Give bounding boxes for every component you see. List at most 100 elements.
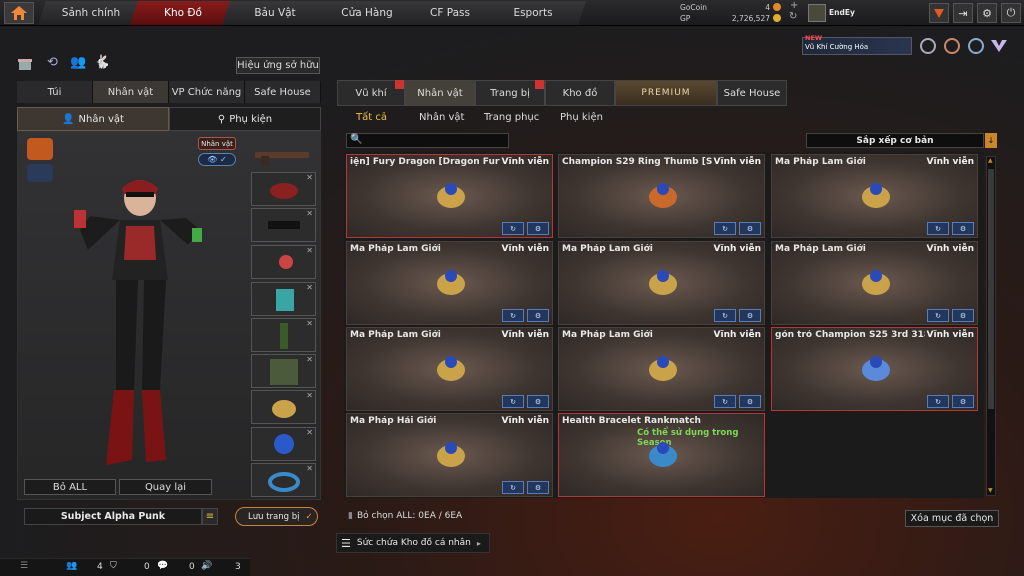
scrollbar[interactable]: ▲ ▼ (986, 156, 996, 496)
tab-safe-house-right[interactable]: Safe House (717, 80, 787, 106)
filter-all[interactable]: Tất cả (356, 108, 387, 126)
back-button[interactable]: Quay lại (119, 479, 212, 495)
tab-bag[interactable]: Túi (17, 81, 93, 103)
slot-backpack[interactable]: ✕ (251, 282, 316, 316)
item-card[interactable]: iện] Fury Dragon [Dragon Fury] Vĩnh viễn ↻… (346, 154, 553, 238)
save-loadout-button[interactable]: Lưu trang bị ✓ (235, 507, 318, 526)
repair-button[interactable]: ↻ (714, 222, 736, 235)
clan-icon[interactable] (990, 38, 1008, 54)
slot-bracelet[interactable]: ✕ (251, 463, 316, 497)
volume-icon[interactable]: 🔊 (201, 561, 212, 571)
storage-capacity[interactable]: ☰ Sức chứa Kho đồ cá nhân ▸ (336, 533, 490, 553)
repair-button[interactable]: ↻ (927, 222, 949, 235)
item-card[interactable]: gón trỏ Champion S25 3rd 31899Vĩnh viễn ↻… (771, 327, 978, 411)
settings-icon[interactable]: ⚙ (527, 481, 549, 494)
remove-icon[interactable]: ✕ (306, 246, 313, 255)
tab-cfpass[interactable]: CF Pass (406, 1, 494, 25)
tab-character-right[interactable]: Nhân vật (405, 80, 475, 106)
rank-icon[interactable] (929, 3, 949, 23)
slot-belt[interactable]: ✕ (251, 318, 316, 352)
repair-button[interactable]: ↻ (502, 309, 524, 322)
character-badge[interactable]: Nhân vật (198, 137, 236, 150)
repair-button[interactable]: ↻ (714, 395, 736, 408)
slot-hat[interactable]: ✕ (251, 172, 316, 206)
settings-icon[interactable]: ⚙ (527, 222, 549, 235)
filter-accessories[interactable]: Phụ kiện (560, 108, 603, 126)
people-icon[interactable]: 👥 (70, 55, 90, 75)
remove-icon[interactable]: ✕ (306, 209, 313, 218)
sort-dropdown[interactable]: Sắp xếp cơ bản (806, 133, 984, 148)
item-card[interactable]: Health Bracelet Rankmatch Có thể sử dụng … (558, 413, 765, 497)
item-card[interactable]: Ma Pháp Lam Giới Vĩnh viễn ↻ ⚙ (558, 241, 765, 325)
chat-icon[interactable]: 💬 (157, 561, 168, 571)
slot-weapon[interactable] (251, 138, 316, 172)
subtab-accessories[interactable]: ⚲ Phụ kiện (169, 107, 321, 131)
friends-icon[interactable]: 👥 (66, 561, 77, 571)
list-icon[interactable]: ☰ (20, 561, 28, 571)
tab-inventory[interactable]: Kho Đồ (130, 1, 236, 25)
settings-icon[interactable]: ⚙ (952, 309, 974, 322)
pet-icon[interactable]: 🐇 (94, 55, 114, 75)
slot-glasses[interactable]: ✕ (251, 208, 316, 242)
item-card[interactable]: Ma Pháp Lam Giới Vĩnh viễn ↻ ⚙ (558, 327, 765, 411)
avatar[interactable] (808, 4, 826, 22)
tab-character[interactable]: Nhân vật (93, 81, 169, 103)
repair-button[interactable]: ↻ (927, 395, 949, 408)
item-card[interactable]: Ma Pháp Hải Giới Vĩnh viễn ↻ ⚙ (346, 413, 553, 497)
power-icon[interactable]: ⏻ (1001, 3, 1021, 23)
medal-icon[interactable] (944, 38, 960, 54)
filter-outfit[interactable]: Trang phục (484, 108, 539, 126)
faction-icon[interactable] (27, 138, 53, 160)
repair-button[interactable]: ↻ (502, 222, 524, 235)
remove-icon[interactable]: ✕ (306, 428, 313, 437)
chevron-down-icon[interactable]: ↓ (985, 133, 997, 148)
refresh-icon[interactable]: ↻ (789, 11, 797, 22)
remove-icon[interactable]: ✕ (306, 391, 313, 400)
delete-selected-button[interactable]: Xóa mục đã chọn (905, 510, 999, 527)
gear-icon[interactable]: ⚙ (977, 3, 997, 23)
repair-button[interactable]: ↻ (714, 309, 736, 322)
tab-esports[interactable]: Esports (480, 1, 586, 25)
settings-icon[interactable]: ⚙ (952, 395, 974, 408)
remove-icon[interactable]: ✕ (306, 464, 313, 473)
scroll-down-icon[interactable]: ▼ (988, 487, 994, 495)
tab-treasure[interactable]: Bảu Vật (222, 1, 328, 25)
tab-home[interactable]: Sảnh chính (38, 1, 144, 25)
add-gocoin-icon[interactable]: + (790, 0, 798, 11)
settings-icon[interactable]: ⚙ (527, 309, 549, 322)
settings-icon[interactable]: ⚙ (952, 222, 974, 235)
eye-toggle[interactable]: 👁 ✓ (198, 153, 236, 166)
remove-icon[interactable]: ✕ (306, 283, 313, 292)
filter-character[interactable]: Nhân vật (419, 108, 464, 126)
repair-button[interactable]: ↻ (927, 309, 949, 322)
slot-flower[interactable]: ✕ (251, 245, 316, 279)
gift-icon[interactable] (17, 55, 37, 75)
remove-all-button[interactable]: Bỏ ALL (24, 479, 116, 495)
menu-icon[interactable]: ≡ (202, 508, 218, 525)
remove-icon[interactable]: ✕ (306, 355, 313, 364)
globe-icon[interactable] (968, 38, 984, 54)
promo-banner[interactable]: NEW Vũ Khí Cường Hóa (802, 34, 912, 55)
slot-vest[interactable]: ✕ (251, 354, 316, 388)
shield-small-icon[interactable]: ⛉ (110, 561, 117, 571)
exit-icon[interactable]: ⇥ (953, 3, 973, 23)
item-card[interactable]: Ma Pháp Lam Giới Vĩnh viễn ↻ ⚙ (771, 241, 978, 325)
search-box[interactable]: 🔍 (346, 133, 509, 148)
search-input[interactable] (365, 135, 505, 146)
scroll-up-icon[interactable]: ▲ (988, 157, 994, 165)
history-icon[interactable]: ⟲ (47, 55, 67, 75)
item-card[interactable]: Champion S29 Ring Thumb [Snake]Vĩnh viễn… (558, 154, 765, 238)
tab-functional-items[interactable]: VP Chức năng (169, 81, 245, 103)
subtab-character[interactable]: 👤 Nhân vật (17, 107, 169, 131)
deselect-all[interactable]: ▮ Bỏ chọn ALL: 0EA / 6EA (348, 511, 462, 521)
tab-safe-house[interactable]: Safe House (245, 81, 321, 103)
settings-icon[interactable]: ⚙ (739, 222, 761, 235)
tab-shop[interactable]: Cửa Hàng (314, 1, 420, 25)
item-card[interactable]: Ma Pháp Lam Giới Vĩnh viễn ↻ ⚙ (771, 154, 978, 238)
remove-icon[interactable]: ✕ (306, 173, 313, 182)
tab-storage[interactable]: Kho đồ (545, 80, 615, 106)
item-card[interactable]: Ma Pháp Lam Giới Vĩnh viễn ↻ ⚙ (346, 327, 553, 411)
item-card[interactable]: Ma Pháp Lam Giới Vĩnh viễn ↻ ⚙ (346, 241, 553, 325)
home-button[interactable] (4, 2, 34, 24)
scroll-thumb[interactable] (988, 169, 994, 409)
